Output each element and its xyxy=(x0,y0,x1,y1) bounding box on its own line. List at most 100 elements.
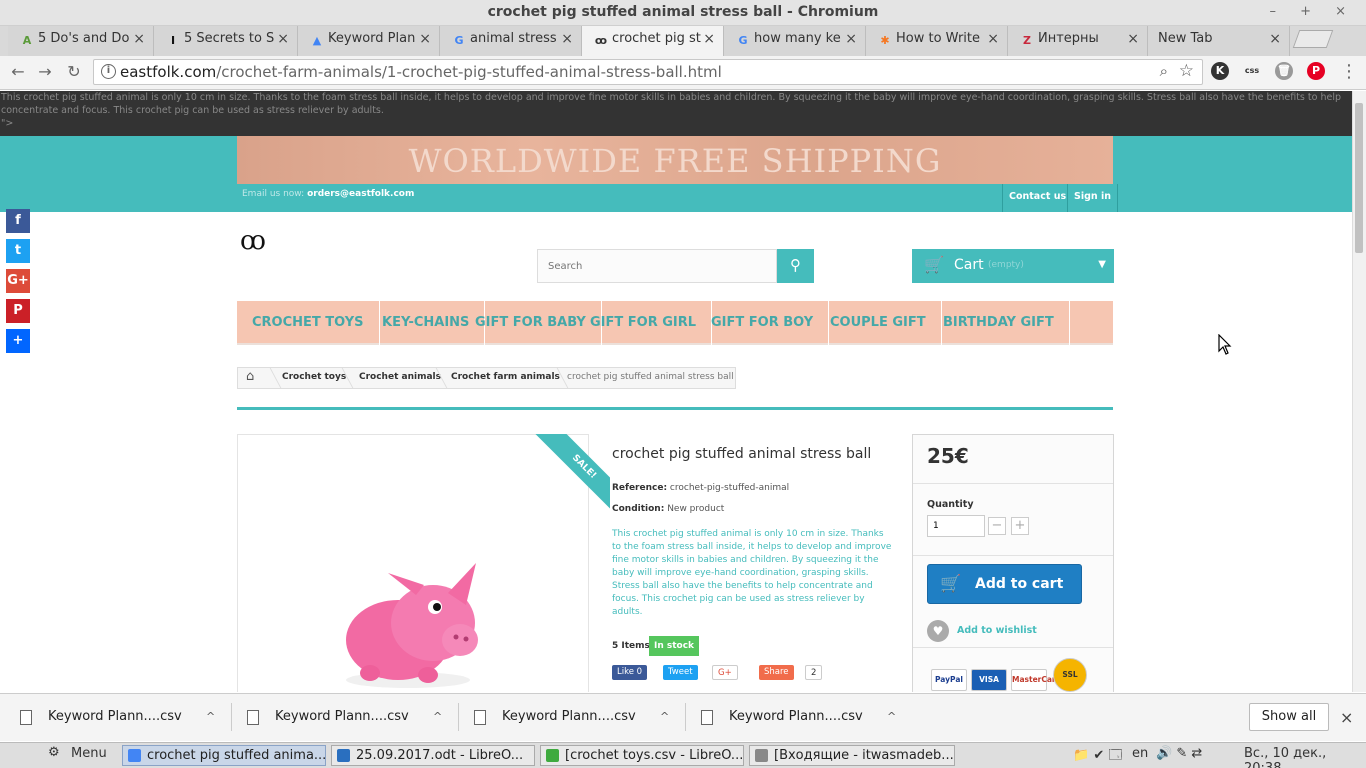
download-item-1[interactable]: Keyword Plann....csv ^ xyxy=(20,693,220,741)
social-share-icon-1[interactable]: f xyxy=(6,209,30,233)
download-item-3[interactable]: Keyword Plann....csv ^ xyxy=(474,693,674,741)
add-to-cart-button[interactable]: 🛒 Add to cart xyxy=(927,564,1082,604)
menu-item-7[interactable]: BIRTHDAY GIFT xyxy=(928,301,1070,345)
signin-link[interactable]: Sign in xyxy=(1067,184,1118,212)
social-share-icon-3[interactable]: G+ xyxy=(6,269,30,293)
social-share-icon-5[interactable]: + xyxy=(6,329,30,353)
download-item-2[interactable]: Keyword Plann....csv ^ xyxy=(247,693,447,741)
wishlist-link[interactable]: Add to wishlist xyxy=(957,625,1037,636)
download-filename: Keyword Plann....csv xyxy=(729,709,863,724)
chrome-menu-icon[interactable]: ⋮ xyxy=(1338,61,1360,83)
taskbar-task-2[interactable]: 25.09.2017.odt - LibreO... xyxy=(331,745,535,766)
address-bar[interactable]: i eastfolk.com/crochet-farm-animals/1-cr… xyxy=(93,59,1203,85)
tab-close-icon[interactable]: × xyxy=(987,31,999,47)
social-share-icon-4[interactable]: P xyxy=(6,299,30,323)
condition-value: New product xyxy=(667,504,725,514)
tab-close-icon[interactable]: × xyxy=(133,31,145,47)
shipping-banner[interactable]: WORLDWIDE FREE SHIPPING xyxy=(237,136,1113,184)
chevron-up-icon[interactable]: ^ xyxy=(887,693,896,741)
download-filename: Keyword Plann....csv xyxy=(48,709,182,724)
gear-icon[interactable]: ⚙ xyxy=(48,745,60,760)
add-to-cart-label: Add to cart xyxy=(975,576,1064,592)
extension-icon-3[interactable]: 🗑 xyxy=(1275,62,1293,80)
tab-6[interactable]: Ghow many ke × xyxy=(724,26,866,56)
new-tab-button[interactable] xyxy=(1292,30,1334,48)
clock: Вс., 10 дек., 20:38 xyxy=(1244,746,1327,768)
cart-button[interactable]: 🛒 Cart (empty) ▼ xyxy=(912,249,1114,283)
cart-empty: (empty) xyxy=(988,260,1024,270)
tab-2[interactable]: I5 Secrets to S × xyxy=(154,26,298,56)
contact-link[interactable]: Contact us xyxy=(1002,184,1072,212)
download-filename: Keyword Plann....csv xyxy=(502,709,636,724)
menu-item-6[interactable]: COUPLE GIFT xyxy=(815,301,942,345)
tab-close-icon[interactable]: × xyxy=(277,31,289,47)
chevron-up-icon[interactable]: ^ xyxy=(660,693,669,741)
scrollbar-thumb[interactable] xyxy=(1355,103,1363,253)
bookmark-star-icon[interactable]: ☆ xyxy=(1179,61,1194,81)
quantity-input[interactable] xyxy=(927,515,985,537)
forward-button[interactable]: → xyxy=(34,61,56,83)
close-icon[interactable]: × xyxy=(1340,708,1353,727)
extension-icon-1[interactable]: K xyxy=(1211,62,1229,80)
stock-badge: In stock xyxy=(649,636,699,656)
site-logo[interactable]: ꝏ xyxy=(240,226,274,260)
menu-item-4[interactable]: GIFT FOR GIRL xyxy=(575,301,713,345)
task-label: [crochet toys.csv - LibreO... xyxy=(565,748,744,763)
fb-like-button[interactable]: Like 0 xyxy=(612,665,648,680)
info-icon[interactable]: i xyxy=(101,64,116,79)
zoom-icon[interactable]: ⌕ xyxy=(1160,62,1168,80)
tab-8[interactable]: Z Интерны × xyxy=(1008,26,1148,56)
back-button[interactable]: ← xyxy=(7,61,29,83)
menu-item-1[interactable]: CROCHET TOYS xyxy=(237,301,380,345)
quantity-plus-button[interactable]: + xyxy=(1011,517,1029,535)
gplus-button[interactable]: G+ xyxy=(712,665,738,680)
tweet-button[interactable]: Tweet xyxy=(663,665,698,680)
taskbar-task-1[interactable]: crochet pig stuffed anima... xyxy=(122,745,326,766)
tab-1[interactable]: A5 Do's and Do × xyxy=(8,26,154,56)
page-viewport: This crochet pig stuffed animal is only … xyxy=(0,91,1352,692)
tab-4[interactable]: Ganimal stress × xyxy=(440,26,582,56)
tab-7[interactable]: ✱ How to Write × xyxy=(866,26,1008,56)
app-icon xyxy=(128,749,141,762)
cart-icon: 🛒 xyxy=(940,574,962,594)
tab-close-icon[interactable]: × xyxy=(419,31,431,47)
share-button[interactable]: Share xyxy=(759,665,794,680)
url-text[interactable]: eastfolk.com/crochet-farm-animals/1-croc… xyxy=(120,63,722,81)
tab-favicon-icon: ▲ xyxy=(312,34,322,47)
tab-close-icon[interactable]: × xyxy=(845,31,857,47)
tab-3[interactable]: ▲ Keyword Plan × xyxy=(298,26,440,56)
chevron-up-icon[interactable]: ^ xyxy=(433,693,442,741)
reload-button[interactable]: ↻ xyxy=(63,61,85,83)
extension-icon-4[interactable]: P xyxy=(1307,62,1325,80)
extension-icon-2[interactable]: css xyxy=(1243,62,1261,80)
sale-label: SALE! xyxy=(533,434,610,518)
taskbar-task-3[interactable]: [crochet toys.csv - LibreO... xyxy=(540,745,744,766)
home-icon[interactable]: ⌂ xyxy=(246,369,254,384)
menu-item-5[interactable]: GIFT FOR BOY xyxy=(696,301,830,345)
tab-close-icon[interactable]: × xyxy=(1269,31,1281,47)
download-item-4[interactable]: Keyword Plann....csv ^ xyxy=(701,693,901,741)
tab-close-icon[interactable]: × xyxy=(1127,31,1139,47)
tab-9[interactable]: New Tab × xyxy=(1148,26,1290,56)
tab-close-icon[interactable]: × xyxy=(703,31,715,47)
tab-5[interactable]: ꝏ crochet pig st × xyxy=(582,26,724,56)
search-input[interactable] xyxy=(537,249,777,283)
taskbar-task-4[interactable]: [Входящие - itwasmadeb... xyxy=(749,745,955,766)
volume-icon[interactable]: 🔊 ✎ ⇄ xyxy=(1156,746,1202,761)
cart-label: Cart xyxy=(954,257,984,273)
chevron-up-icon[interactable]: ^ xyxy=(206,693,215,741)
quantity-minus-button[interactable]: − xyxy=(988,517,1006,535)
email-link[interactable]: orders@eastfolk.com xyxy=(307,189,414,199)
start-menu-button[interactable]: Menu xyxy=(71,746,107,761)
show-all-button[interactable]: Show all xyxy=(1249,703,1329,731)
tab-favicon-icon: G xyxy=(738,34,748,47)
social-share-icon-2[interactable]: t xyxy=(6,239,30,263)
search-button[interactable]: ⚲ xyxy=(777,249,814,283)
window-controls[interactable]: – + × xyxy=(1269,4,1356,19)
heart-icon[interactable]: ♥ xyxy=(927,620,949,642)
tab-close-icon[interactable]: × xyxy=(561,31,573,47)
tray-icons[interactable]: 📁 ✔ 🗔 xyxy=(1073,746,1122,768)
tab-favicon-icon: ꝏ xyxy=(594,34,608,47)
language-indicator[interactable]: en xyxy=(1132,746,1148,761)
breadcrumb-item-3[interactable]: Crochet farm animals xyxy=(451,372,560,382)
